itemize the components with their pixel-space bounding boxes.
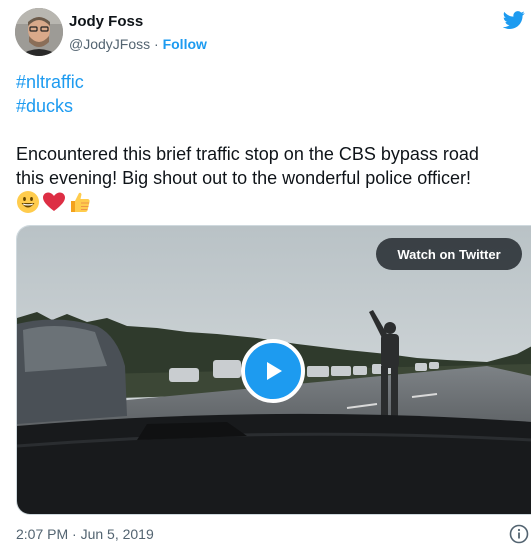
author-handle-row: @JodyJFoss · Follow bbox=[69, 36, 207, 52]
thumbs-up-icon bbox=[71, 192, 90, 212]
red-heart-icon bbox=[43, 192, 65, 211]
info-icon[interactable] bbox=[509, 524, 529, 544]
hashtag-link[interactable]: #ducks bbox=[16, 94, 84, 118]
hashtag-link[interactable]: #nltraffic bbox=[16, 70, 84, 94]
separator: · bbox=[154, 36, 159, 52]
tweet-text-line: this evening! Big shout out to the wonde… bbox=[16, 168, 471, 188]
grinning-face-icon bbox=[17, 191, 39, 213]
watch-on-twitter-button[interactable]: Watch on Twitter bbox=[376, 238, 522, 270]
play-icon bbox=[267, 362, 282, 380]
emoji-row bbox=[16, 190, 92, 214]
follow-button[interactable]: Follow bbox=[163, 36, 207, 52]
twitter-bird-icon[interactable] bbox=[503, 9, 525, 31]
tweet-text: Encountered this brief traffic stop on t… bbox=[16, 142, 526, 190]
tweet-embed: Jody Foss @JodyJFoss · Follow #nltraffic… bbox=[0, 0, 531, 552]
tweet-timestamp[interactable]: 2:07 PM · Jun 5, 2019 bbox=[16, 526, 154, 542]
tweet-text-line: Encountered this brief traffic stop on t… bbox=[16, 144, 479, 164]
hashtag-list: #nltraffic #ducks bbox=[16, 70, 84, 118]
avatar[interactable] bbox=[15, 8, 63, 56]
play-button[interactable] bbox=[241, 339, 305, 403]
author-handle[interactable]: @JodyJFoss bbox=[69, 36, 150, 52]
author-name[interactable]: Jody Foss bbox=[69, 13, 143, 30]
video-player[interactable]: Watch on Twitter bbox=[16, 225, 531, 515]
